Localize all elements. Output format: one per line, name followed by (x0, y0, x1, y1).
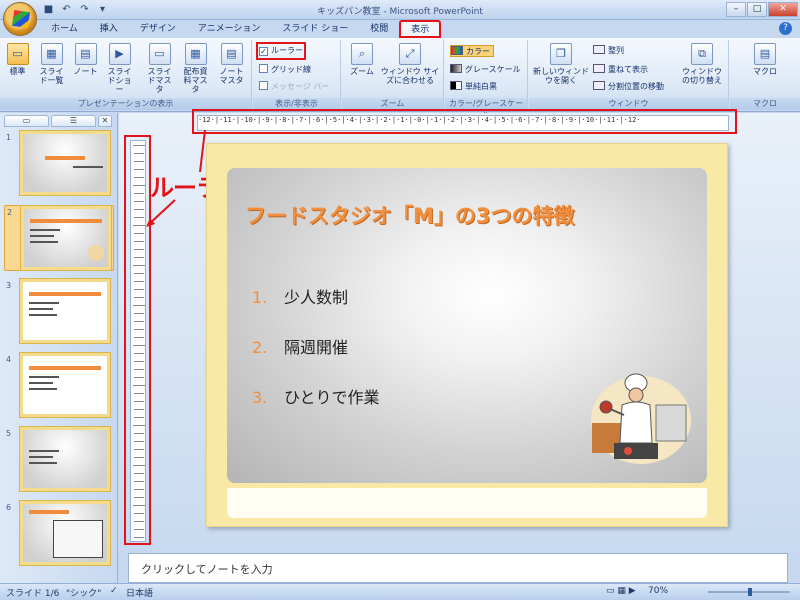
group-label-macro: マクロ (730, 98, 800, 110)
language-indicator: 日本語 (126, 589, 154, 599)
slide-footer-band (227, 488, 707, 518)
grayscale-button[interactable]: グレースケール (450, 64, 521, 76)
fit-window-icon: ⤢ (399, 43, 421, 65)
group-window: ❐ 新しいウィンドウを開く 整列 重ねて表示 分割位置の移動 ⧉ ウィンドウの切り替… (529, 40, 729, 110)
help-icon[interactable]: ? (779, 22, 792, 35)
group-macro: ▤ マクロ マクロ (730, 40, 800, 110)
handout-master-icon: ▦ (184, 43, 207, 65)
ribbon-tabs: ホーム 挿入 デザイン アニメーション スライド ショー 校閲 表示 (40, 20, 442, 38)
fit-to-window-button[interactable]: ⤢ ウィンドウ サイズに合わせる (380, 43, 440, 97)
slide-thumbnail[interactable]: 4 (4, 353, 114, 419)
panel-close-icon[interactable]: ✕ (98, 115, 112, 127)
group-presentation-views: ▭ 標準 ▦ スライド一覧 ▤ ノート ▶ スライドショー ▭ スライドマスタ ▦ 配布資料… (0, 40, 252, 110)
slide-thumbnail[interactable]: 3 (4, 279, 114, 345)
tab-view[interactable]: 表示 (399, 20, 442, 38)
notes-field[interactable]: クリックしてノートを入力 (128, 553, 788, 583)
notes-page-icon: ▤ (74, 43, 97, 65)
slide-sorter-icon: ▦ (40, 43, 63, 65)
switch-window-button[interactable]: ⧉ ウィンドウの切り替え (679, 43, 725, 97)
new-window-icon: ❐ (550, 43, 572, 65)
diagram-thumb (53, 520, 103, 558)
color-button[interactable]: カラー (450, 45, 494, 57)
title-bar: ■ ↶ ↷ ▾ キッズパン教室 - Microsoft PowerPoint –… (0, 0, 800, 20)
tab-review[interactable]: 校閲 (359, 20, 399, 38)
slides-panel: ▭ ☰ ✕ 1 2 3 4 5 6 (0, 113, 118, 583)
notes-master-icon: ▤ (220, 43, 243, 65)
ruler-highlight-box (124, 135, 151, 545)
spellcheck-icon[interactable]: ✓ (110, 586, 118, 596)
slide-title[interactable]: フードスタジオ「M」の3つの特徴 (245, 200, 575, 230)
close-button[interactable]: ✕ (768, 2, 798, 17)
slideshow-button[interactable]: ▶ スライドショー (105, 43, 134, 97)
notes-master-button[interactable]: ▤ ノートマスタ (217, 43, 246, 97)
panel-tabs: ▭ ☰ ✕ (4, 115, 112, 129)
zoom-slider[interactable] (704, 588, 794, 596)
zoom-button[interactable]: ⌕ ズーム (346, 43, 378, 97)
ruler-checkbox[interactable]: ✓ ルーラー (256, 42, 306, 60)
tab-design[interactable]: デザイン (129, 20, 187, 38)
slide-thumbnail[interactable]: 1 (4, 131, 114, 197)
handout-master-button[interactable]: ▦ 配布資料マスタ (181, 43, 210, 97)
ribbon: ▭ 標準 ▦ スライド一覧 ▤ ノート ▶ スライドショー ▭ スライドマスタ ▦ 配布資料… (0, 38, 800, 120)
slides-tab-icon: ▭ (22, 116, 31, 125)
maximize-button[interactable]: □ (747, 2, 767, 17)
tab-slideshow[interactable]: スライド ショー (271, 20, 359, 38)
macro-icon: ▤ (754, 43, 776, 65)
zoom-level[interactable]: 70% (648, 586, 668, 596)
tab-home[interactable]: ホーム (40, 20, 89, 38)
arrange-all-button[interactable]: 整列 (593, 45, 624, 57)
window-controls: – □ ✕ (726, 2, 798, 17)
gridlines-checkbox[interactable]: グリッド線 (259, 64, 311, 76)
slide-thumbnail-selected[interactable]: 2 (4, 205, 114, 271)
tab-slides-panel[interactable]: ▭ (4, 115, 49, 127)
check-icon: ✓ (259, 47, 268, 56)
slide-master-button[interactable]: ▭ スライドマスタ (145, 43, 174, 97)
tab-insert[interactable]: 挿入 (89, 20, 129, 38)
group-zoom: ⌕ ズーム ⤢ ウィンドウ サイズに合わせる ズーム (342, 40, 444, 110)
list-item[interactable]: 1. 少人数制 (252, 284, 348, 308)
slide-master-icon: ▭ (148, 43, 171, 65)
window-title: キッズパン教室 - Microsoft PowerPoint (317, 7, 483, 17)
slide-sorter-button[interactable]: ▦ スライド一覧 (37, 43, 66, 97)
group-color-grayscale: カラー グレースケール 単純白黒 カラー/グレースケール (445, 40, 528, 120)
slide-counter: スライド 1/6 (6, 589, 60, 599)
magnifier-icon: ⌕ (351, 43, 373, 65)
tab-outline-panel[interactable]: ☰ (51, 115, 96, 127)
macro-button[interactable]: ▤ マクロ (748, 43, 782, 97)
normal-view-button[interactable]: ▭ 標準 (3, 43, 32, 97)
group-show-hide: ✓ ルーラー グリッド線 メッセージ バー 表示/非表示 (253, 40, 341, 110)
slide-thumbnail[interactable]: 6 (4, 501, 114, 567)
office-logo-icon (11, 9, 31, 29)
chef-thumb-image (88, 245, 104, 261)
new-window-button[interactable]: ❐ 新しいウィンドウを開く (533, 43, 589, 97)
minimize-button[interactable]: – (726, 2, 746, 17)
list-item[interactable]: 2. 隔週開催 (252, 334, 348, 358)
black-white-button[interactable]: 単純白黒 (450, 81, 497, 93)
slideshow-icon: ▶ (108, 43, 131, 65)
normal-view-icon: ▭ (6, 43, 29, 65)
slide-thumbnail[interactable]: 5 (4, 427, 114, 493)
chef-clipart-image[interactable] (586, 365, 692, 465)
office-button[interactable] (3, 2, 37, 36)
ruler-highlight-box (192, 109, 737, 134)
outline-tab-icon: ☰ (69, 116, 78, 125)
message-bar-checkbox: メッセージ バー (259, 81, 329, 93)
move-split-button[interactable]: 分割位置の移動 (593, 81, 664, 93)
cascade-button[interactable]: 重ねて表示 (593, 64, 648, 76)
view-buttons[interactable]: ▭ ▦ ▶ (606, 586, 636, 596)
tab-animations[interactable]: アニメーション (187, 20, 272, 38)
list-item[interactable]: 3. ひとりで作業 (252, 384, 380, 408)
theme-name: "シック" (66, 589, 102, 599)
switch-window-icon: ⧉ (691, 43, 713, 65)
status-bar: スライド 1/6 "シック" ✓ 日本語 ▭ ▦ ▶ 70% (0, 583, 800, 600)
notes-page-button[interactable]: ▤ ノート (71, 43, 100, 97)
